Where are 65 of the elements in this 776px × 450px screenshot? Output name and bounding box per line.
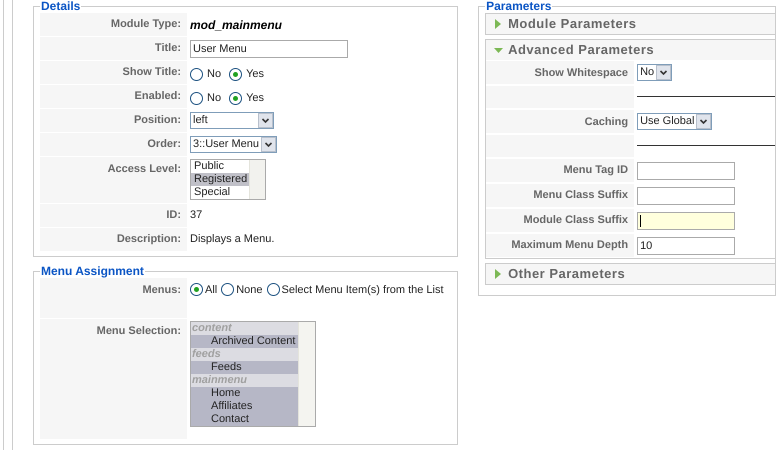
triangle-right-icon [494, 19, 504, 29]
triangle-down-icon [494, 46, 504, 54]
field-value: mod_mainmenu [190, 16, 282, 34]
panel-header[interactable]: Module Parameters [486, 14, 775, 34]
list-option[interactable]: Special [191, 186, 249, 199]
list-option[interactable]: Registered [191, 173, 249, 186]
field-label: Menu Tag ID [563, 163, 628, 178]
dropdown[interactable]: left [190, 112, 274, 129]
panel-header[interactable]: Advanced Parameters [486, 40, 775, 60]
radio-button[interactable] [229, 68, 242, 80]
field-label: Module Type: [110, 17, 181, 32]
radio-label: All [205, 283, 218, 297]
list-option[interactable]: Archived Content [191, 335, 298, 348]
text-caret [640, 215, 642, 227]
field-label: Description: [116, 232, 181, 248]
field-value: 37 [190, 208, 202, 224]
field-label: ID: [166, 208, 181, 224]
list-option[interactable]: Affiliates [191, 400, 298, 413]
section-legend: Parameters [485, 0, 552, 13]
radio-label: None [236, 283, 263, 297]
section-legend: Details [40, 0, 82, 13]
field-label: Caching [584, 116, 628, 128]
field-label: Menus: [142, 284, 181, 296]
radio-label: Select Menu Item(s) from the List [282, 283, 444, 297]
dropdown[interactable]: 3::User Menu [190, 136, 278, 153]
field-label: Order: [147, 137, 181, 152]
text-input[interactable] [637, 186, 736, 204]
radio-button[interactable] [190, 68, 203, 80]
group-heading: mainmenu [191, 374, 298, 387]
field-label: Access Level: [108, 163, 181, 175]
field-label: Position: [134, 113, 181, 128]
radio-label: No [207, 66, 222, 82]
text-input[interactable] [637, 162, 736, 180]
radio-button[interactable] [229, 92, 242, 104]
panel-header[interactable]: Other Parameters [486, 264, 775, 284]
field-label: Menu Class Suffix [533, 188, 628, 204]
field-label: Menu Selection: [96, 325, 181, 337]
radio-button[interactable] [266, 283, 280, 296]
scrollbar [249, 160, 265, 199]
field-label: Enabled: [134, 89, 181, 104]
text-input[interactable]: 10 [637, 236, 736, 254]
field-label: Title: [154, 41, 181, 56]
radio-button[interactable] [190, 92, 203, 104]
group-heading: content [191, 322, 298, 335]
radio-label: Yes [246, 66, 264, 82]
field-label: Module Class Suffix [524, 213, 628, 228]
field-label: Show Title: [122, 65, 181, 80]
field-value: Displays a Menu. [190, 232, 274, 248]
field-label: Maximum Menu Depth [511, 238, 628, 254]
group-heading: feeds [191, 348, 298, 361]
list-option[interactable]: Home [191, 387, 298, 400]
list-option[interactable]: Feeds [191, 361, 298, 374]
list-option[interactable]: Contact [191, 413, 298, 426]
dropdown[interactable]: Use Global [637, 113, 712, 130]
dropdown[interactable]: No [637, 64, 672, 81]
section-legend: Menu Assignment [40, 265, 145, 278]
radio-button[interactable] [190, 283, 203, 296]
text-input[interactable]: User Menu [190, 40, 348, 58]
list-option[interactable]: Public [191, 160, 249, 173]
triangle-right-icon [494, 269, 504, 279]
field-label: Show Whitespace [534, 67, 628, 79]
radio-label: No [207, 90, 222, 106]
text-input[interactable] [637, 212, 736, 230]
radio-button[interactable] [221, 283, 234, 296]
radio-label: Yes [246, 90, 264, 106]
